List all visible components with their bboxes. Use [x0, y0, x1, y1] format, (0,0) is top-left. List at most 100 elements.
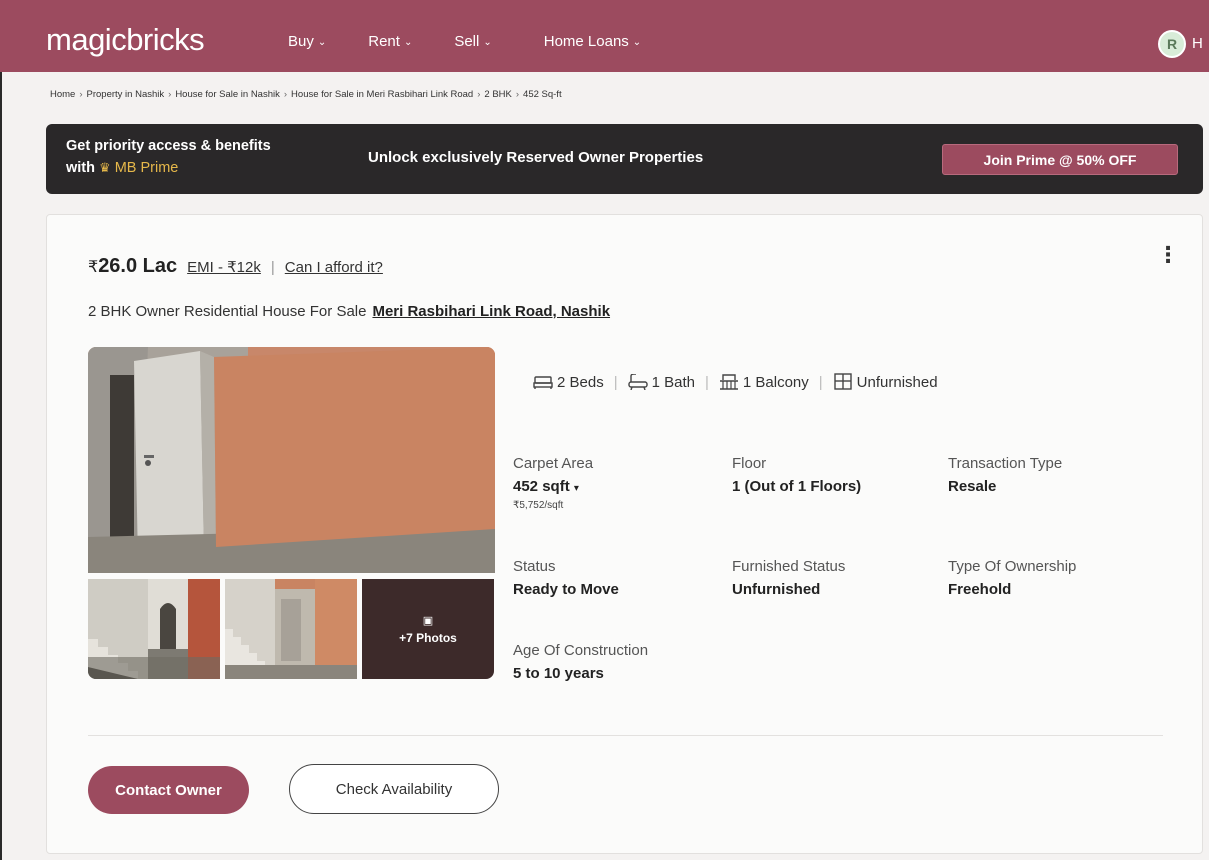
amenity-beds: 2 Beds — [533, 374, 604, 391]
more-photos-tile[interactable]: ▣ +7 Photos — [362, 579, 494, 679]
detail-status: Status Ready to Move — [513, 558, 619, 598]
detail-label: Type Of Ownership — [948, 558, 1077, 575]
avatar[interactable]: R — [1158, 30, 1186, 58]
prime-line2: with ♛ MB Prime — [66, 157, 271, 179]
detail-value: Unfurnished — [732, 581, 821, 598]
prime-banner: Get priority access & benefits with ♛ MB… — [46, 124, 1203, 194]
logo[interactable]: magicbricks — [46, 22, 205, 58]
amenity-balcony-label: 1 Balcony — [742, 373, 809, 391]
more-options-icon[interactable]: ⋮ — [1157, 244, 1179, 266]
breadcrumb-item[interactable]: Property in Nashik — [87, 89, 165, 100]
detail-value[interactable]: 452 sqft ▾ — [513, 478, 593, 495]
join-prime-button[interactable]: Join Prime @ 50% OFF — [942, 144, 1178, 175]
detail-value: 5 to 10 years — [513, 665, 604, 682]
detail-floor: Floor 1 (Out of 1 Floors) — [732, 455, 861, 495]
chevron-down-icon: ⌄ — [632, 37, 642, 48]
nav-sell-label: Sell — [454, 33, 480, 50]
main-photo[interactable] — [88, 347, 495, 573]
detail-furnished-status: Furnished Status Unfurnished — [732, 558, 845, 598]
stairs-photo — [88, 579, 220, 679]
more-photos-label: +7 Photos — [399, 630, 457, 645]
listing-title: 2 BHK Owner Residential House For Sale Me… — [88, 303, 610, 320]
bed-icon — [533, 376, 553, 389]
detail-label: Furnished Status — [732, 558, 846, 575]
nav-sell[interactable]: Sell ⌄ — [454, 33, 491, 50]
amenity-beds-label: 2 Beds — [557, 373, 604, 391]
prime-line1: Get priority access & benefits — [66, 138, 271, 154]
divider: | — [270, 259, 275, 276]
amenity-furnishing-label: Unfurnished — [856, 373, 938, 391]
chevron-right-icon: › — [79, 89, 83, 100]
price-per-sqft: ₹5,752/sqft — [513, 500, 564, 511]
balcony-icon — [719, 374, 738, 390]
detail-value: 1 (Out of 1 Floors) — [732, 478, 862, 495]
thumbnail[interactable] — [88, 579, 220, 679]
prime-brand: MB Prime — [114, 160, 179, 176]
photo-icon: ▣ — [422, 614, 434, 627]
afford-link[interactable]: Can I afford it? — [285, 259, 383, 276]
divider: | — [613, 373, 618, 391]
divider: | — [818, 373, 823, 391]
amenity-furnishing: Unfurnished — [833, 373, 938, 391]
divider: | — [704, 373, 709, 391]
breadcrumb-item[interactable]: 2 BHK — [484, 89, 511, 100]
detail-ownership: Type Of Ownership Freehold — [948, 558, 1076, 598]
stairs-photo — [225, 579, 357, 679]
thumbnail-strip: ▣ +7 Photos — [88, 579, 494, 679]
nav-rent[interactable]: Rent ⌄ — [368, 33, 412, 50]
divider-line — [88, 735, 1163, 736]
property-card: ₹26.0 Lac EMI - ₹12k | Can I afford it? … — [46, 214, 1203, 854]
breadcrumb-item[interactable]: House for Sale in Nashik — [175, 89, 280, 100]
detail-label: Carpet Area — [513, 455, 594, 472]
thumbnail[interactable] — [225, 579, 357, 679]
detail-label: Age Of Construction — [513, 642, 649, 659]
room-photo — [88, 347, 495, 573]
detail-age: Age Of Construction 5 to 10 years — [513, 642, 648, 682]
chevron-right-icon: › — [283, 89, 288, 100]
detail-value: Freehold — [948, 581, 1012, 598]
bath-icon — [627, 374, 648, 390]
check-availability-button[interactable]: Check Availability — [289, 764, 499, 814]
prime-message: Unlock exclusively Reserved Owner Proper… — [368, 149, 704, 166]
nav-buy-label: Buy — [288, 33, 314, 50]
detail-label: Status — [513, 558, 556, 575]
detail-value: Resale — [948, 478, 997, 495]
top-navbar: magicbricks Buy ⌄ Rent ⌄ Sell ⌄ Home Loans ⌄… — [0, 0, 1209, 72]
price-row: ₹26.0 Lac EMI - ₹12k | Can I afford it? — [88, 255, 383, 278]
breadcrumb-item[interactable]: House for Sale in Meri Rasbihari Link Ro… — [291, 89, 473, 100]
furnishing-icon — [833, 373, 852, 390]
detail-transaction-type: Transaction Type Resale — [948, 455, 1062, 495]
price-value: 26.0 Lac — [98, 255, 178, 277]
nav-rent-label: Rent — [368, 33, 400, 50]
nav-buy[interactable]: Buy ⌄ — [288, 33, 326, 50]
listing-type: 2 BHK Owner Residential House For Sale — [88, 303, 367, 320]
chevron-right-icon: › — [477, 89, 481, 100]
amenity-balcony: 1 Balcony — [719, 374, 809, 391]
detail-label: Transaction Type — [948, 455, 1063, 472]
price: ₹26.0 Lac — [88, 255, 177, 278]
carpet-area-value: 452 sqft — [513, 478, 570, 495]
detail-label: Floor — [732, 455, 767, 472]
crown-icon: ♛ — [99, 160, 111, 175]
breadcrumb-item[interactable]: Home — [50, 89, 75, 100]
chevron-down-icon: ⌄ — [403, 37, 413, 48]
location-link[interactable]: Meri Rasbihari Link Road, Nashik — [372, 303, 610, 320]
caret-down-icon: ▾ — [573, 483, 579, 494]
emi-link[interactable]: EMI - ₹12k — [187, 258, 261, 276]
chevron-right-icon: › — [515, 89, 520, 100]
chevron-down-icon: ⌄ — [317, 37, 327, 48]
contact-owner-button[interactable]: Contact Owner — [88, 766, 249, 814]
main-nav: Buy ⌄ Rent ⌄ Sell ⌄ Home Loans ⌄ — [288, 33, 641, 50]
nav-home-loans[interactable]: Home Loans ⌄ — [544, 33, 641, 50]
chevron-right-icon: › — [168, 89, 172, 100]
prime-pitch: Get priority access & benefits with ♛ MB… — [66, 136, 271, 179]
amenity-bath: 1 Bath — [627, 374, 695, 391]
prime-with: with — [66, 160, 95, 176]
detail-value: Ready to Move — [513, 581, 619, 598]
chevron-down-icon: ⌄ — [483, 37, 492, 48]
breadcrumb: Home › Property in Nashik › House for Sale… — [50, 89, 562, 100]
amenities-row: 2 Beds | 1 Bath | 1 Balcony | Unfurnishe… — [533, 373, 938, 391]
breadcrumb-item: 452 Sq-ft — [523, 89, 562, 100]
rupee-icon: ₹ — [88, 259, 99, 276]
avatar-name[interactable]: H — [1192, 35, 1203, 52]
